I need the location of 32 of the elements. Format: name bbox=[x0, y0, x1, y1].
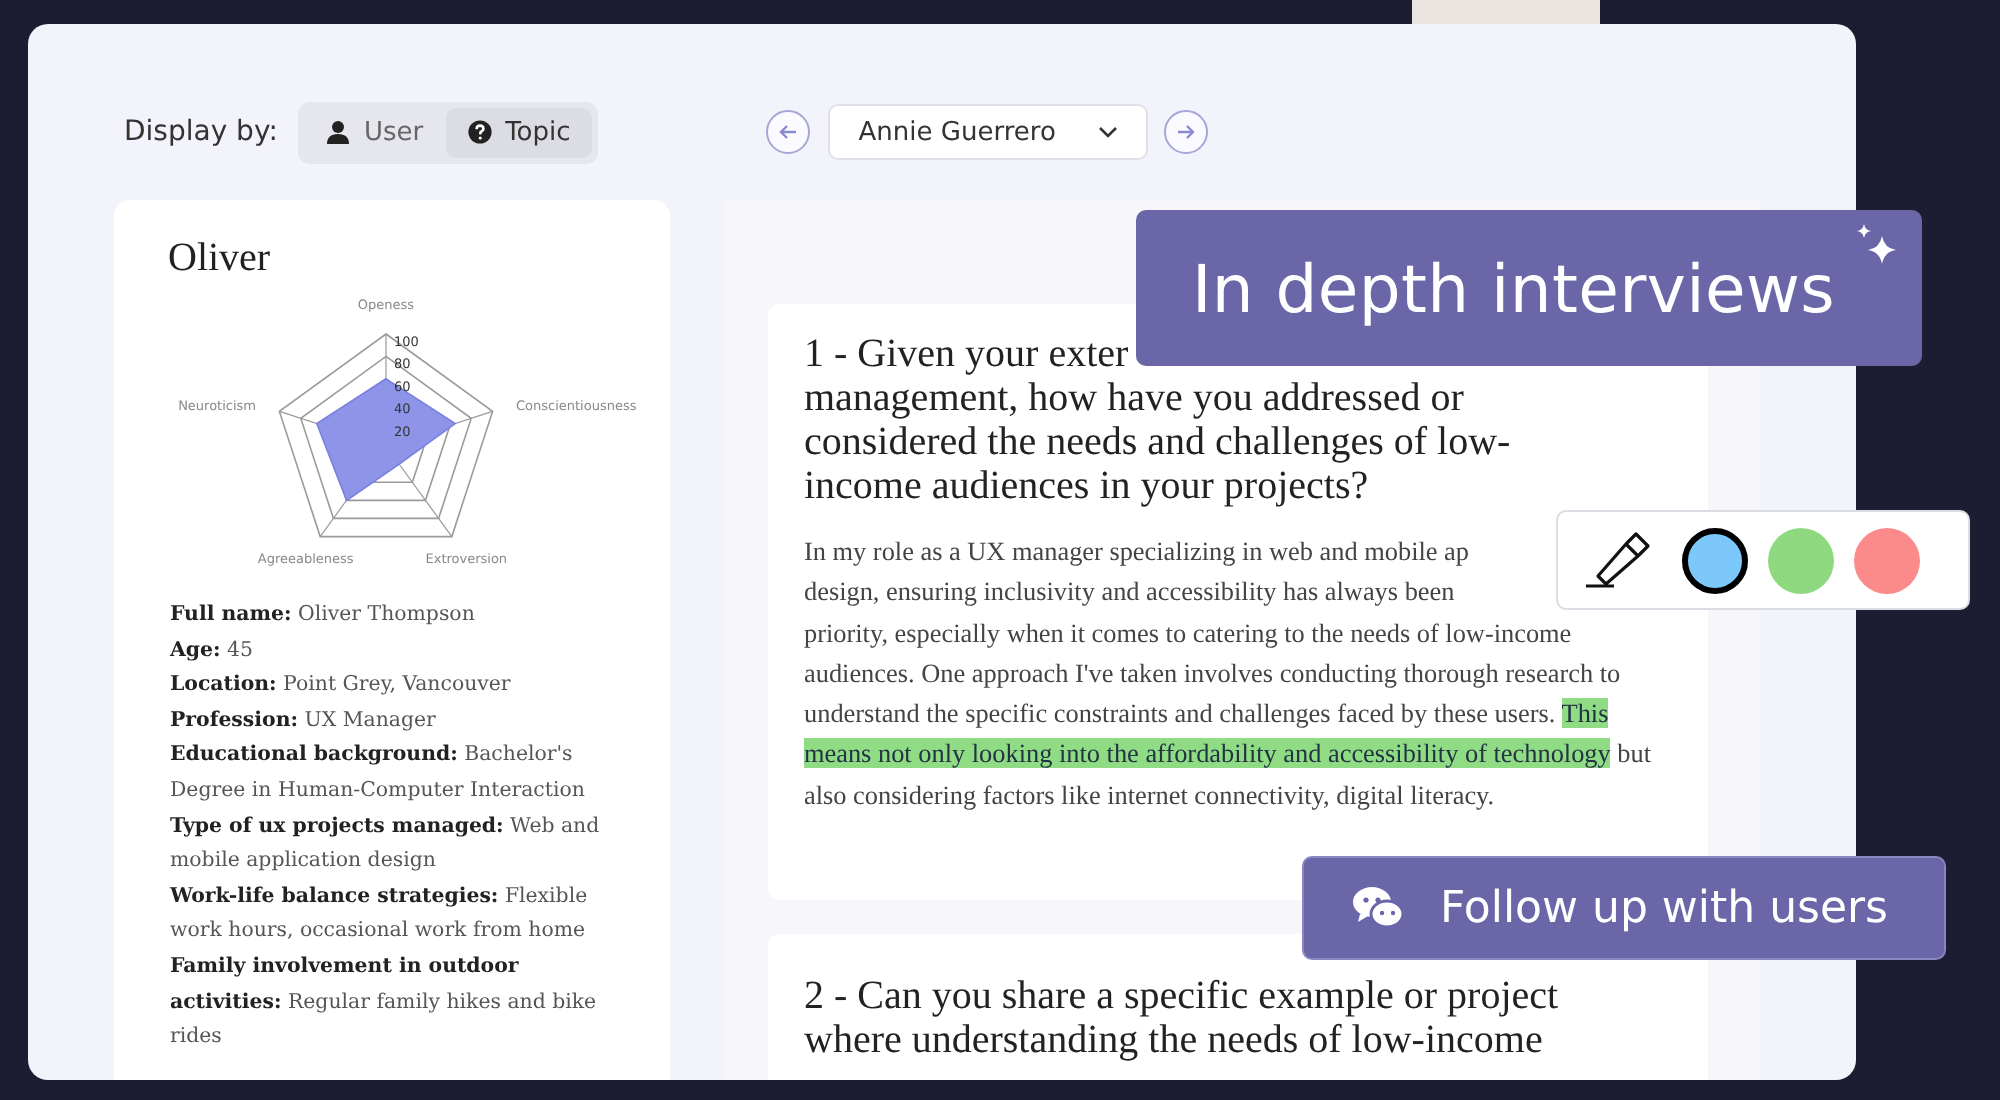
next-button[interactable] bbox=[1164, 110, 1209, 154]
profile-field: Educational background: Bachelor's Degree in Human-Computer Interaction bbox=[170, 738, 634, 810]
profile-field: Age: 45 bbox=[170, 633, 634, 669]
question-heading: management, how have you addressed or considered the needs and challenges of low-income audiences in your projects? bbox=[804, 376, 1513, 508]
question-heading: 1 - Given your exter bbox=[804, 332, 1129, 376]
radar-shape bbox=[315, 377, 457, 502]
color-swatch[interactable] bbox=[1682, 527, 1748, 593]
question-heading: 2 - Can you share a specific example or project where understanding the needs of low-income bbox=[804, 974, 1561, 1063]
profile-field: Family involvement in outdoor activities: Regular family hikes and bike rides bbox=[170, 949, 634, 1056]
view-tab[interactable]: Topic bbox=[445, 107, 593, 157]
answer-text: design, ensuring inclusivity and accessibility has always been bbox=[804, 574, 1455, 611]
person-icon bbox=[325, 120, 350, 144]
banner-title: In depth interviews bbox=[1192, 249, 1836, 327]
profile-field: Location: Point Grey, Vancouver bbox=[170, 668, 634, 704]
arrow-left-icon bbox=[778, 122, 799, 142]
profile-field: Type of ux projects managed: Web and mobile application design bbox=[170, 809, 634, 880]
view-tab[interactable]: User bbox=[303, 107, 446, 157]
participant-dropdown[interactable]: Annie Guerrero bbox=[828, 104, 1149, 160]
color-swatch[interactable] bbox=[1768, 527, 1834, 593]
profile-name: Oliver bbox=[168, 236, 273, 282]
arrow-right-icon bbox=[1176, 122, 1197, 142]
display-by-label: Display by: bbox=[124, 116, 278, 148]
chat-bubbles-icon bbox=[1352, 886, 1404, 930]
profile-field: Full name: Oliver Thompson bbox=[170, 598, 634, 634]
question-icon bbox=[467, 120, 492, 144]
color-swatch[interactable] bbox=[1854, 527, 1920, 593]
profile-field: Profession: UX Manager bbox=[170, 703, 634, 739]
answer-text: In my role as a UX manager specializing in web and mobile ap bbox=[804, 534, 1470, 570]
follow-up-button[interactable]: Follow up with users bbox=[1302, 856, 1946, 960]
chevron-down-icon bbox=[1098, 126, 1119, 138]
profile-field: Work-life balance strategies: Flexible work hours, occasional work from home bbox=[170, 879, 634, 950]
previous-button[interactable] bbox=[766, 110, 811, 154]
